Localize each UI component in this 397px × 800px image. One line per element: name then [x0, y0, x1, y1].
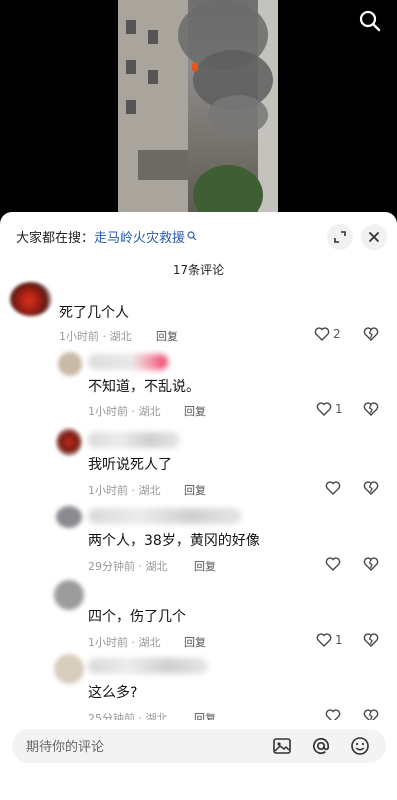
comment-meta: 1小时前 · 湖北	[59, 330, 132, 343]
dislike-button[interactable]	[363, 326, 379, 345]
dislike-button[interactable]	[363, 632, 379, 651]
trending-search-bar[interactable]: 大家都在搜： 走马岭火灾救援	[16, 226, 197, 246]
image-icon	[273, 738, 291, 754]
heart-icon	[325, 709, 341, 720]
reply-button[interactable]: 回复	[194, 710, 216, 720]
broken-heart-icon	[363, 709, 379, 720]
reply-button[interactable]: 回复	[194, 558, 216, 574]
username[interactable]	[88, 658, 208, 674]
like-count: 1	[335, 632, 343, 647]
dislike-button[interactable]	[363, 556, 379, 575]
reply-item: 两个人，38岁，黄冈的好像 29分钟前 · 湖北 回复	[0, 502, 397, 576]
username[interactable]	[88, 432, 180, 448]
broken-heart-icon	[363, 633, 379, 647]
broken-heart-icon	[363, 402, 379, 416]
reply-button[interactable]: 回复	[184, 634, 206, 650]
broken-heart-icon	[363, 481, 379, 495]
search-icon	[359, 10, 381, 32]
comment-sheet: 大家都在搜： 走马岭火灾救援 17条评论 死了几个人 1小时前 · 湖北 回复	[0, 212, 397, 800]
comment-meta: 1小时前 · 湖北	[88, 484, 161, 497]
search-button[interactable]	[357, 8, 383, 34]
avatar[interactable]	[10, 282, 52, 316]
avatar[interactable]	[54, 580, 84, 610]
emoji-icon	[351, 737, 369, 755]
broken-heart-icon	[363, 557, 379, 571]
comment-meta: 25分钟前 · 湖北	[88, 712, 168, 720]
like-button[interactable]	[325, 556, 344, 571]
comment-input-bar	[12, 729, 386, 765]
expand-icon	[334, 231, 346, 243]
comment-meta: 1小时前 · 湖北	[88, 636, 161, 649]
comment-text: 这么多?	[88, 685, 138, 701]
comment-list[interactable]: 死了几个人 1小时前 · 湖北 回复 2 不知道，不乱说。 1小时前 · 湖北 …	[0, 280, 397, 720]
comment-text: 两个人，38岁，黄冈的好像	[88, 533, 260, 549]
avatar[interactable]	[56, 506, 82, 528]
username[interactable]	[88, 508, 242, 524]
comment-item: 死了几个人 1小时前 · 湖北 回复 2	[0, 280, 397, 350]
search-icon	[187, 231, 197, 241]
heart-icon	[325, 557, 341, 571]
video-player[interactable]	[0, 0, 397, 222]
comment-meta: 1小时前 · 湖北	[88, 405, 161, 418]
emoji-button[interactable]	[348, 734, 372, 758]
reply-item: 不知道，不乱说。 1小时前 · 湖北 回复 1	[0, 348, 397, 424]
close-icon	[369, 232, 379, 242]
reply-item: 四个，伤了几个 1小时前 · 湖北 回复 1	[0, 576, 397, 652]
comment-meta: 29分钟前 · 湖北	[88, 560, 168, 573]
like-button[interactable]: 1	[316, 632, 343, 647]
reply-item: 我听说死人了 1小时前 · 湖北 回复	[0, 424, 397, 500]
heart-icon	[316, 402, 332, 416]
reply-button[interactable]: 回复	[156, 328, 178, 344]
image-button[interactable]	[270, 734, 294, 758]
close-button[interactable]	[361, 224, 387, 250]
heart-icon	[314, 327, 330, 341]
like-button[interactable]	[325, 708, 344, 720]
like-button[interactable]	[325, 480, 344, 495]
avatar[interactable]	[56, 428, 82, 456]
like-button[interactable]: 2	[314, 326, 341, 341]
dislike-button[interactable]	[363, 708, 379, 720]
expand-button[interactable]	[327, 224, 353, 250]
at-icon	[313, 737, 330, 755]
comment-text: 不知道，不乱说。	[88, 379, 200, 395]
username[interactable]	[88, 354, 168, 370]
reply-button[interactable]: 回复	[184, 482, 206, 498]
comment-text: 四个，伤了几个	[88, 609, 186, 625]
mention-button[interactable]	[309, 734, 333, 758]
trending-search-prefix: 大家都在搜：	[16, 230, 95, 246]
trending-search-keyword[interactable]: 走马岭火灾救援	[94, 227, 185, 246]
avatar[interactable]	[58, 352, 82, 376]
heart-icon	[325, 481, 341, 495]
comment-count: 17条评论	[172, 263, 225, 277]
like-button[interactable]: 1	[316, 401, 343, 416]
heart-icon	[316, 633, 332, 647]
like-count: 2	[333, 326, 341, 341]
reply-item: 这么多? 25分钟前 · 湖北 回复	[0, 652, 397, 720]
comment-text: 死了几个人	[59, 305, 129, 321]
like-count: 1	[335, 401, 343, 416]
reply-button[interactable]: 回复	[184, 403, 206, 419]
comment-input[interactable]	[24, 729, 268, 765]
comment-text: 我听说死人了	[88, 457, 172, 473]
dislike-button[interactable]	[363, 480, 379, 499]
broken-heart-icon	[363, 327, 379, 341]
video-frame	[118, 0, 278, 222]
dislike-button[interactable]	[363, 401, 379, 420]
avatar[interactable]	[54, 654, 84, 684]
